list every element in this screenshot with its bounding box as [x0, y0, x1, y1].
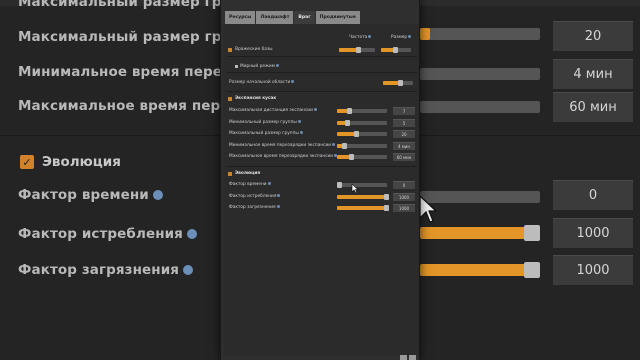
- evolution-row-value[interactable]: 0: [393, 181, 415, 189]
- expansion-row-label: Минимальный размер группы: [229, 119, 301, 125]
- divider: [227, 56, 417, 57]
- expansion-title: Экспансия кусак: [235, 96, 277, 101]
- info-icon: [299, 131, 303, 134]
- info-icon: [186, 229, 197, 239]
- info-icon: [297, 119, 301, 123]
- bottom-buttons: [400, 355, 418, 360]
- evolution-row-label: Фактор истребления: [229, 193, 281, 199]
- bg-slider: [420, 262, 540, 278]
- bg-evo-label: Фактор истребления: [18, 226, 197, 242]
- expansion-row-slider[interactable]: [337, 131, 387, 137]
- divider: [227, 91, 417, 92]
- evolution-row-label: Фактор загрязнения: [229, 205, 280, 210]
- info-icon: [368, 35, 372, 38]
- info-icon: [332, 142, 336, 146]
- slider-handle[interactable]: [393, 47, 398, 53]
- info-icon: [291, 80, 295, 83]
- info-icon: [267, 182, 271, 185]
- expansion-row-label: Максимальная дистанция экспансии: [229, 108, 317, 113]
- bg-cursor-icon: [419, 194, 438, 223]
- bg-evolution-checkbox: ✓: [20, 155, 34, 169]
- slider-handle[interactable]: [349, 154, 354, 160]
- slider-handle[interactable]: [346, 108, 352, 114]
- info-icon: [276, 205, 280, 208]
- expansion-row-slider[interactable]: [337, 119, 387, 126]
- bg-evo-value: 1000: [553, 255, 633, 285]
- bg-evo-label: Фактор времени: [18, 187, 163, 203]
- divider: [227, 72, 417, 73]
- slider-handle[interactable]: [355, 47, 361, 53]
- evolution-row-value[interactable]: 1000: [393, 192, 415, 201]
- slider-handle[interactable]: [384, 193, 389, 200]
- expansion-row-value[interactable]: 60 мин: [393, 153, 415, 161]
- info-icon: [313, 108, 317, 111]
- bg-slider: [420, 191, 540, 203]
- expansion-row-value[interactable]: 4 мин: [393, 141, 415, 150]
- slider-handle[interactable]: [341, 142, 347, 149]
- peaceful-mode-label: Мирный режим: [240, 64, 279, 69]
- info-icon: [152, 190, 163, 200]
- info-icon: [183, 265, 194, 275]
- bottom-button[interactable]: [409, 355, 416, 360]
- evolution-row-slider[interactable]: [337, 193, 389, 200]
- expansion-checkbox[interactable]: [228, 97, 232, 101]
- starting-area-label: Размер начальной области: [229, 80, 295, 85]
- bg-slider: [420, 225, 540, 241]
- enemy-bases-checkbox[interactable]: [228, 48, 232, 52]
- expansion-row-slider[interactable]: [337, 142, 387, 149]
- bg-slider: [420, 28, 540, 40]
- expansion-row-label: Минимальное время перезарядки экспансии: [229, 142, 336, 148]
- bg-slider: [420, 68, 540, 80]
- tab-terrain[interactable]: Ландшафт: [256, 11, 294, 24]
- bg-row-value: 4 мин: [553, 59, 633, 89]
- bg-evo-value: 0: [553, 180, 633, 210]
- map-generator-dialog: Ресурсы Ландшафт Враг Продвинутые Частот…: [220, 0, 420, 360]
- evolution-row-slider[interactable]: [337, 205, 389, 211]
- info-icon: [408, 35, 412, 38]
- column-size: Размер: [391, 35, 412, 40]
- expansion-row-label: Максимальное время перезарядки экспансии: [229, 154, 338, 159]
- slider-handle[interactable]: [398, 80, 403, 86]
- bg-row-value: 60 мин: [553, 92, 633, 122]
- evolution-row-slider[interactable]: [337, 182, 387, 188]
- expansion-row-value[interactable]: 20: [393, 130, 415, 138]
- peaceful-mode-checkbox[interactable]: [235, 65, 238, 68]
- expansion-row-label: Максимальный размер группы: [229, 131, 303, 136]
- info-icon: [275, 64, 279, 67]
- evolution-title: Эволюция: [235, 171, 261, 176]
- bg-slider: [420, 101, 540, 113]
- slider-handle[interactable]: [384, 205, 389, 211]
- starting-area-slider[interactable]: [383, 80, 413, 86]
- bg-evolution-title: Эволюция: [42, 154, 121, 170]
- enemy-bases-frequency-slider[interactable]: [339, 47, 375, 53]
- evolution-checkbox[interactable]: [228, 172, 232, 176]
- bg-evo-value: 1000: [553, 218, 633, 248]
- enemy-bases-label: Вражеские базы: [235, 47, 273, 52]
- expansion-row-value[interactable]: 5: [393, 118, 415, 127]
- slider-fill: [337, 206, 387, 210]
- slider-handle[interactable]: [337, 182, 342, 188]
- bg-evo-label: Фактор загрязнения: [18, 262, 194, 278]
- expansion-row-slider[interactable]: [337, 154, 387, 160]
- expansion-row-value[interactable]: 7: [393, 107, 415, 115]
- evolution-row-label: Фактор времени: [229, 182, 271, 187]
- expansion-row-slider[interactable]: [337, 108, 387, 114]
- tab-enemy[interactable]: Враг: [294, 11, 315, 24]
- slider-handle[interactable]: [354, 131, 359, 137]
- bg-row-value: 20: [553, 21, 633, 51]
- enemy-settings-panel: Частота Размер Вражеские базы Мирный реж…: [223, 24, 419, 356]
- info-icon: [277, 193, 281, 197]
- slider-fill: [337, 194, 387, 199]
- tab-advanced[interactable]: Продвинутые: [315, 11, 360, 24]
- enemy-bases-size-slider[interactable]: [381, 47, 411, 53]
- tab-resources[interactable]: Ресурсы: [225, 11, 256, 24]
- slider-handle[interactable]: [345, 119, 350, 126]
- tab-bar: Ресурсы Ландшафт Враг Продвинутые: [225, 11, 360, 24]
- evolution-row-value[interactable]: 1000: [393, 204, 415, 212]
- divider: [227, 166, 417, 167]
- mouse-cursor-icon: [351, 183, 359, 194]
- bottom-button[interactable]: [400, 355, 407, 360]
- column-frequency: Частота: [349, 35, 372, 40]
